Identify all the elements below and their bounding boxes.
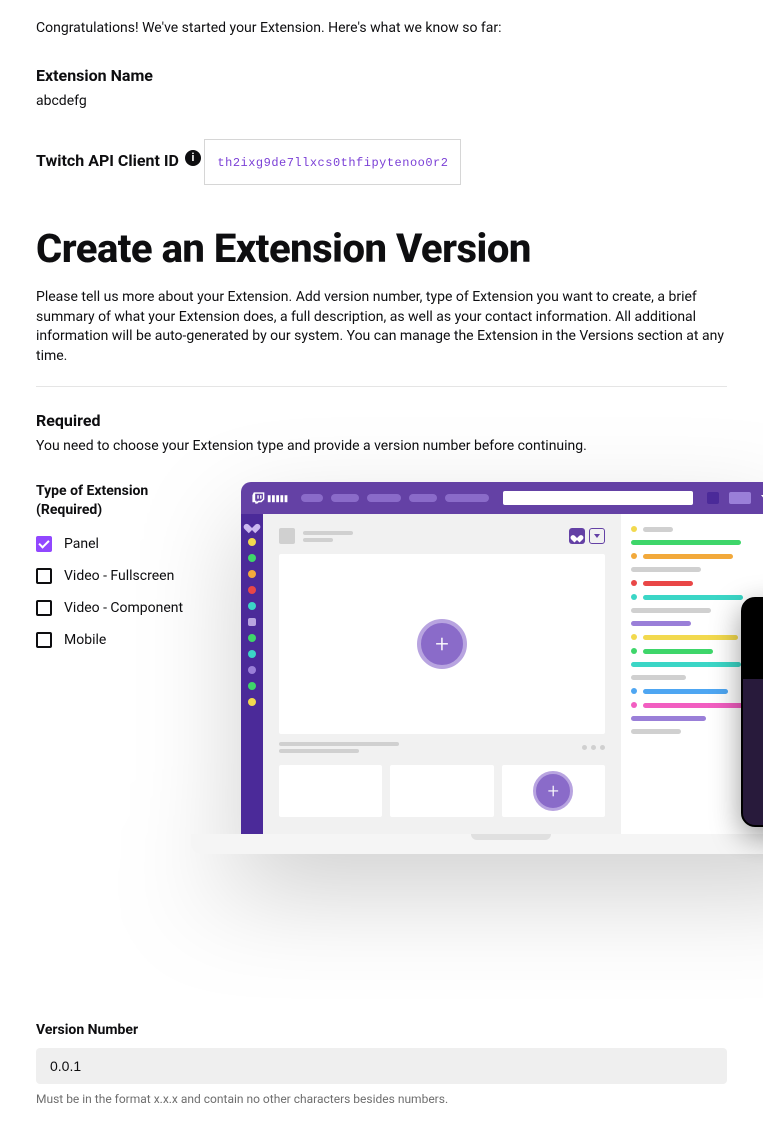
client-id-label: Twitch API Client ID [36,151,179,170]
page-description: Please tell us more about your Extension… [36,288,727,366]
twitch-logo-icon [251,491,293,505]
checkbox-input-mobile[interactable] [36,632,52,648]
required-heading: Required [36,411,727,430]
type-of-extension-label: Type of Extension (Required) [36,482,186,518]
checkbox-input-panel[interactable] [36,536,52,552]
checkbox-input-video-component[interactable] [36,600,52,616]
client-id-value[interactable]: th2ixg9de7llxcs0thfipytenoo0r2 [217,156,448,170]
version-number-label: Version Number [36,1022,727,1038]
checkbox-label-video-fullscreen: Video - Fullscreen [64,567,174,585]
checkbox-label-mobile: Mobile [64,631,106,649]
extension-name-value: abcdefg [36,93,727,109]
extension-name-label: Extension Name [36,66,727,85]
congrats-text: Congratulations! We've started your Exte… [36,20,727,36]
divider [36,386,727,387]
checkbox-panel[interactable]: Panel [36,535,186,553]
checkbox-video-component[interactable]: Video - Component [36,599,186,617]
version-number-hint: Must be in the format x.x.x and contain … [36,1092,727,1106]
checkbox-label-panel: Panel [64,535,99,553]
client-id-box: th2ixg9de7llxcs0thfipytenoo0r2 [204,139,461,185]
plus-icon: + [417,619,467,669]
version-number-input[interactable] [36,1048,727,1084]
checkbox-input-video-fullscreen[interactable] [36,568,52,584]
checkbox-video-fullscreen[interactable]: Video - Fullscreen [36,567,186,585]
phone-preview: + [741,597,763,827]
plus-icon: + [533,771,573,811]
checkbox-label-video-component: Video - Component [64,599,183,617]
info-icon[interactable]: i [185,150,201,166]
checkbox-mobile[interactable]: Mobile [36,631,186,649]
page-title: Create an Extension Version [36,225,727,272]
extension-preview-illustration: + + [241,482,763,854]
required-text: You need to choose your Extension type a… [36,438,727,454]
